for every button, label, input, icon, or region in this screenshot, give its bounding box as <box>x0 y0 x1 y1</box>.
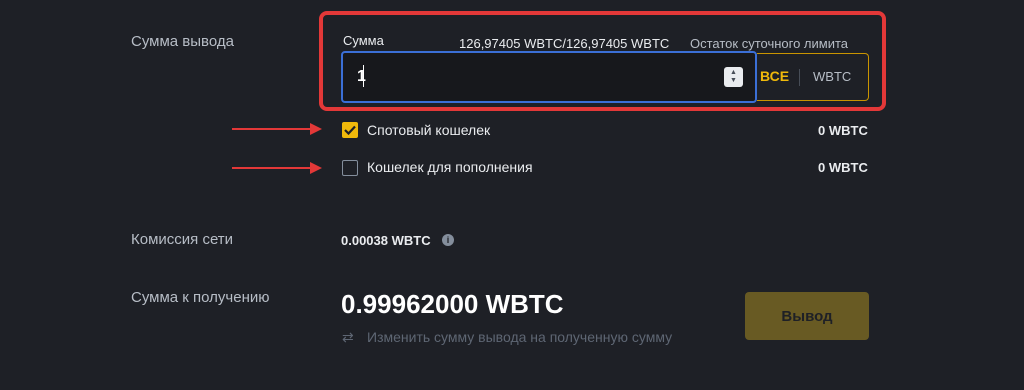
annotation-highlight-box <box>319 11 886 111</box>
info-icon[interactable]: i <box>442 234 454 246</box>
funding-wallet-checkbox[interactable] <box>342 160 358 176</box>
annotation-arrow-head <box>310 123 322 135</box>
withdraw-button[interactable]: Вывод <box>745 292 869 340</box>
annotation-arrow <box>232 167 312 169</box>
funding-wallet-balance: 0 WBTC <box>818 160 868 175</box>
funding-wallet-label[interactable]: Кошелек для пополнения <box>367 159 533 175</box>
switch-amount-link[interactable]: Изменить сумму вывода на полученную сумм… <box>367 329 672 345</box>
receive-amount: 0.99962000 WBTC <box>341 289 564 319</box>
annotation-arrow-head <box>310 162 322 174</box>
spot-wallet-balance: 0 WBTC <box>818 123 868 138</box>
annotation-arrow <box>232 128 312 130</box>
fee-value: 0.00038 WBTC <box>341 233 431 248</box>
receive-label: Сумма к получению <box>131 289 270 306</box>
check-icon <box>344 125 356 135</box>
amount-section-label: Сумма вывода <box>131 33 234 50</box>
spot-wallet-checkbox[interactable] <box>342 122 358 138</box>
swap-icon[interactable]: ⇄ <box>342 329 354 346</box>
spot-wallet-label[interactable]: Спотовый кошелек <box>367 122 490 138</box>
fee-label: Комиссия сети <box>131 231 234 248</box>
